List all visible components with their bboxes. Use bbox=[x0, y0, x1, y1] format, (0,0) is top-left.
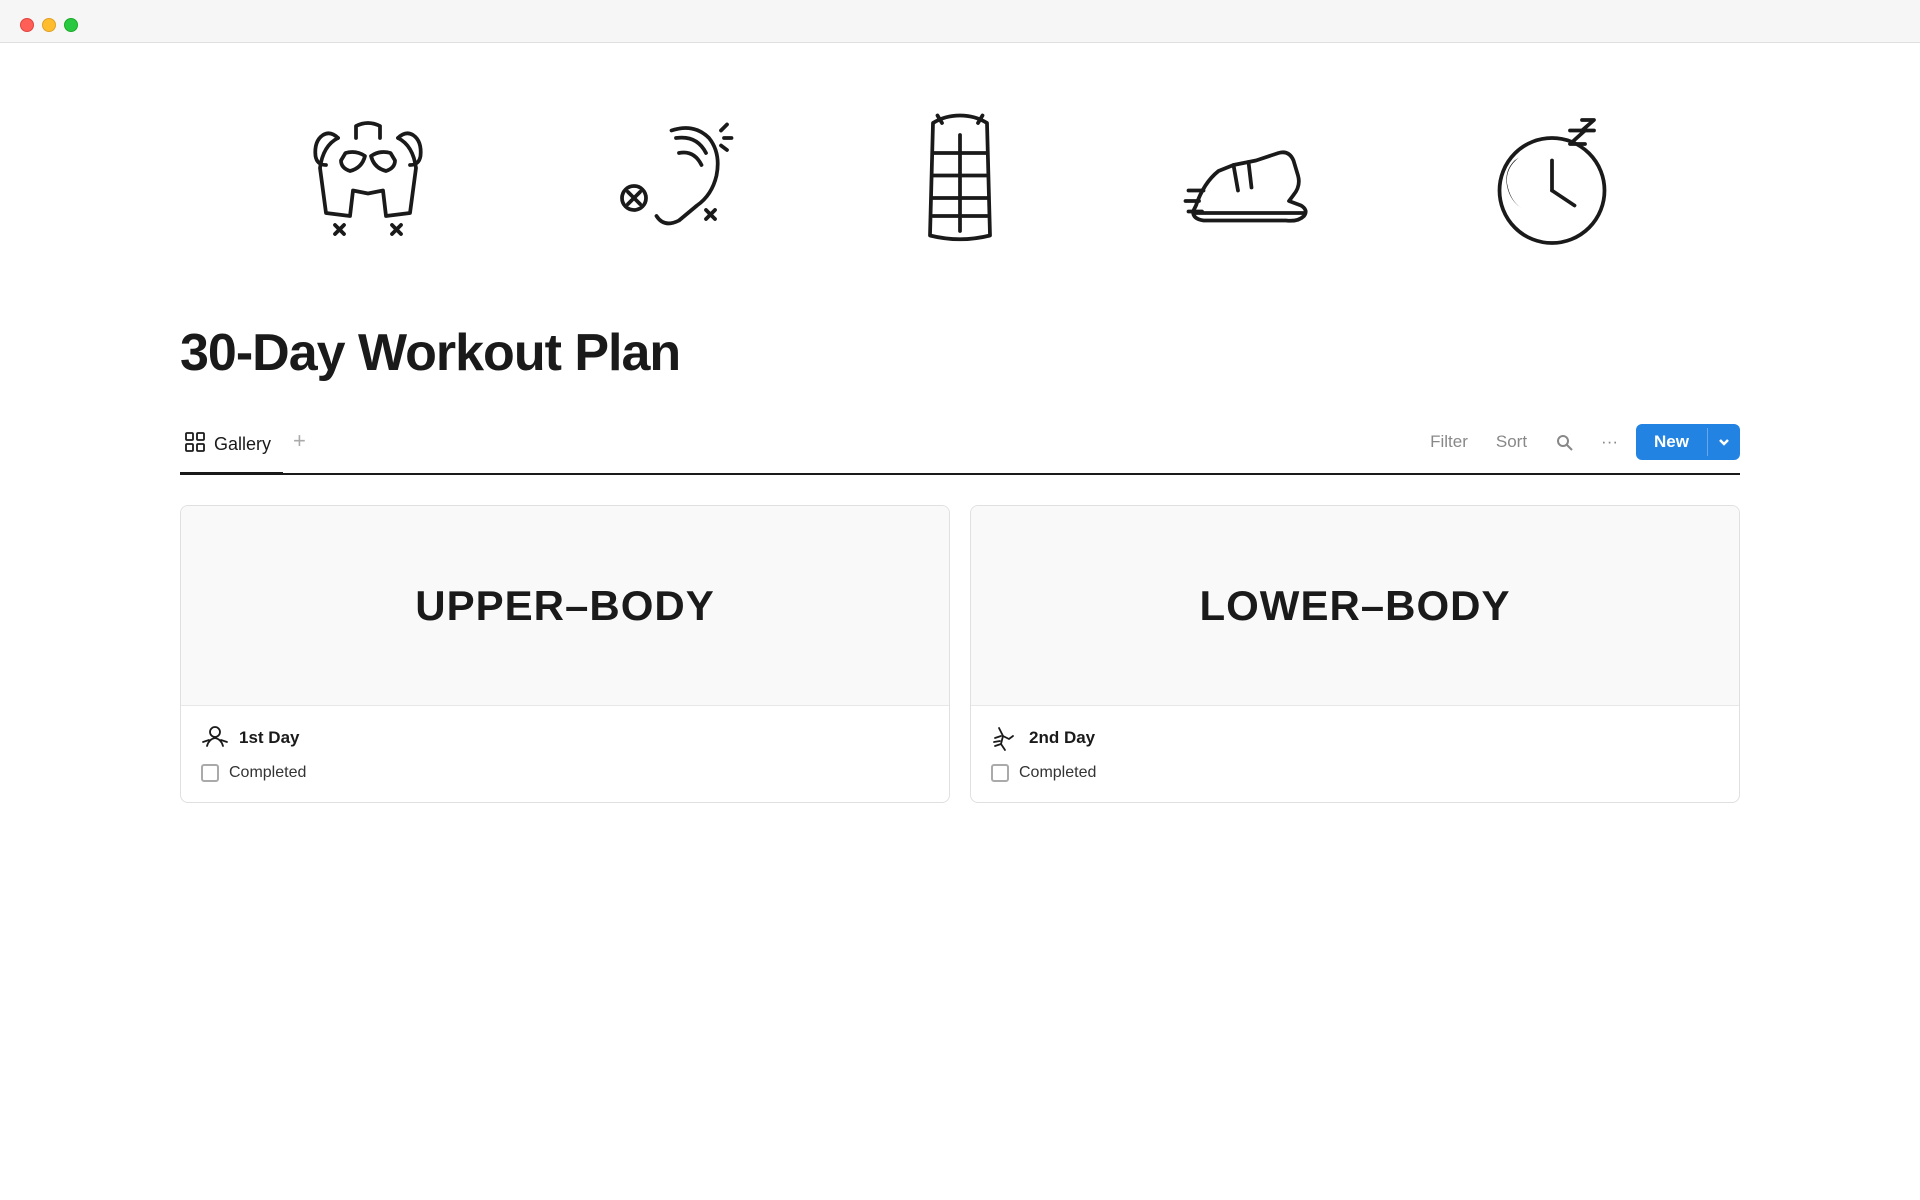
upper-body-icon bbox=[288, 103, 448, 263]
minimize-button[interactable] bbox=[42, 18, 56, 32]
new-button-group[interactable]: New bbox=[1636, 424, 1740, 460]
card-checkbox-row: Completed bbox=[991, 764, 1719, 782]
abs-icon bbox=[880, 103, 1040, 263]
gallery-label: Gallery bbox=[214, 434, 271, 455]
new-button-label: New bbox=[1636, 424, 1707, 460]
sort-button[interactable]: Sort bbox=[1486, 426, 1537, 458]
card-day-row: 1st Day bbox=[201, 724, 929, 752]
more-button[interactable]: ··· bbox=[1591, 426, 1628, 458]
window-chrome bbox=[0, 0, 1920, 43]
card-body: 2nd Day Completed bbox=[971, 706, 1739, 802]
toolbar-actions: Filter Sort ··· New bbox=[1420, 424, 1740, 472]
gallery-grid: UPPER–BODY 1st Day C bbox=[180, 505, 1740, 803]
filter-button[interactable]: Filter bbox=[1420, 426, 1478, 458]
icons-row bbox=[180, 103, 1740, 263]
shoulder-icon bbox=[584, 103, 744, 263]
card-image: UPPER–BODY bbox=[181, 506, 949, 706]
card-day-label: 1st Day bbox=[239, 728, 299, 748]
completed-label: Completed bbox=[1019, 764, 1096, 782]
search-button[interactable] bbox=[1545, 427, 1583, 457]
card-body: 1st Day Completed bbox=[181, 706, 949, 802]
running-icon bbox=[1176, 103, 1336, 263]
card-image: LOWER–BODY bbox=[971, 506, 1739, 706]
new-button-chevron[interactable] bbox=[1707, 428, 1740, 456]
card-day-label: 2nd Day bbox=[1029, 728, 1095, 748]
sleep-icon bbox=[1472, 103, 1632, 263]
close-button[interactable] bbox=[20, 18, 34, 32]
card-checkbox-row: Completed bbox=[201, 764, 929, 782]
add-view-button[interactable]: + bbox=[283, 428, 316, 468]
completed-label: Completed bbox=[229, 764, 306, 782]
completed-checkbox[interactable] bbox=[991, 764, 1009, 782]
card-day-row: 2nd Day bbox=[991, 724, 1719, 752]
card-image-text: LOWER–BODY bbox=[1199, 582, 1510, 630]
toolbar: Gallery + Filter Sort ··· New bbox=[180, 423, 1740, 475]
main-content: 30-Day Workout Plan Gallery + Filter Sor… bbox=[0, 43, 1920, 1193]
day-icon bbox=[991, 724, 1019, 752]
maximize-button[interactable] bbox=[64, 18, 78, 32]
page-title: 30-Day Workout Plan bbox=[180, 323, 1740, 383]
tab-gallery[interactable]: Gallery bbox=[180, 423, 283, 475]
day-icon bbox=[201, 724, 229, 752]
card-image-text: UPPER–BODY bbox=[415, 582, 714, 630]
gallery-card[interactable]: UPPER–BODY 1st Day C bbox=[180, 505, 950, 803]
completed-checkbox[interactable] bbox=[201, 764, 219, 782]
gallery-icon bbox=[184, 431, 206, 458]
gallery-card[interactable]: LOWER–BODY 2nd Day bbox=[970, 505, 1740, 803]
